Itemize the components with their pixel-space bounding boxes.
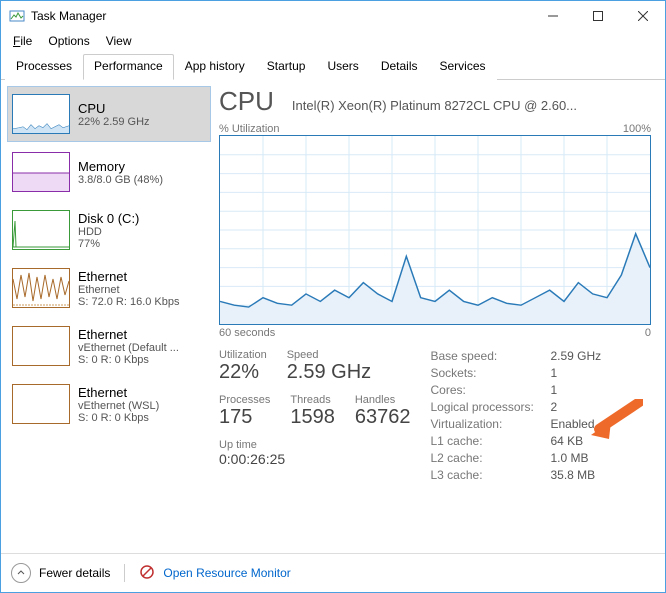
menu-view[interactable]: View bbox=[100, 33, 138, 49]
tab-services[interactable]: Services bbox=[429, 54, 497, 80]
chart-ylabel: % Utilization bbox=[219, 123, 280, 135]
main-panel: CPU Intel(R) Xeon(R) Platinum 8272CL CPU… bbox=[211, 80, 665, 553]
app-icon bbox=[9, 8, 25, 24]
chart-xlabel-left: 60 seconds bbox=[219, 327, 275, 339]
stat-utilization: 22% bbox=[219, 361, 267, 384]
sidebar-cpu-sub: 22% 2.59 GHz bbox=[78, 116, 150, 128]
kv-cores: 1 bbox=[550, 383, 601, 397]
ethernet-thumb bbox=[12, 268, 70, 308]
stat-speed: 2.59 GHz bbox=[287, 361, 371, 384]
tab-users[interactable]: Users bbox=[316, 54, 369, 80]
chart-xlabel-right: 0 bbox=[645, 327, 651, 339]
cpu-model: Intel(R) Xeon(R) Platinum 8272CL CPU @ 2… bbox=[292, 98, 651, 113]
sidebar-item-eth1[interactable]: Ethernet vEthernet (Default ... S: 0 R: … bbox=[7, 318, 211, 374]
tab-strip: Processes Performance App history Startu… bbox=[1, 53, 665, 80]
titlebar: Task Manager bbox=[1, 1, 665, 31]
stat-uptime: 0:00:26:25 bbox=[219, 451, 410, 467]
memory-thumb bbox=[12, 152, 70, 192]
window-buttons bbox=[530, 1, 665, 31]
tab-app-history[interactable]: App history bbox=[174, 54, 256, 80]
main-header: CPU Intel(R) Xeon(R) Platinum 8272CL CPU… bbox=[219, 86, 651, 117]
resource-sidebar: CPU 22% 2.59 GHz Memory 3.8/8.0 GB (48%)… bbox=[1, 80, 211, 553]
kv-l1-cache: 64 KB bbox=[550, 434, 601, 448]
kv-base-speed: 2.59 GHz bbox=[550, 349, 601, 363]
task-manager-window: { "titlebar": {"title": "Task Manager"},… bbox=[0, 0, 666, 593]
tab-startup[interactable]: Startup bbox=[256, 54, 317, 80]
sidebar-item-eth0[interactable]: Ethernet Ethernet S: 72.0 R: 16.0 Kbps bbox=[7, 260, 211, 316]
stat-handles: 63762 bbox=[355, 406, 411, 429]
chart-ymax: 100% bbox=[623, 123, 651, 135]
kv-logical-processors: 2 bbox=[550, 400, 601, 414]
kv-l3-cache: 35.8 MB bbox=[550, 468, 601, 482]
ethernet-thumb bbox=[12, 326, 70, 366]
cpu-kv-table: Base speed:2.59 GHz Sockets:1 Cores:1 Lo… bbox=[430, 349, 601, 482]
disk-thumb bbox=[12, 210, 70, 250]
stats-area: Utilization22% Speed2.59 GHz Processes17… bbox=[219, 349, 651, 482]
sidebar-item-disk0[interactable]: Disk 0 (C:) HDD 77% bbox=[7, 202, 211, 258]
kv-virtualization: Enabled bbox=[550, 417, 601, 431]
separator bbox=[124, 564, 125, 582]
fewer-details-link[interactable]: Fewer details bbox=[39, 566, 110, 580]
kv-sockets: 1 bbox=[550, 366, 601, 380]
sidebar-item-text: CPU 22% 2.59 GHz bbox=[78, 101, 150, 128]
open-resource-monitor-link[interactable]: Open Resource Monitor bbox=[163, 566, 290, 580]
minimize-button[interactable] bbox=[530, 1, 575, 31]
sidebar-item-memory[interactable]: Memory 3.8/8.0 GB (48%) bbox=[7, 144, 211, 200]
page-title: CPU bbox=[219, 86, 274, 117]
close-button[interactable] bbox=[620, 1, 665, 31]
stat-processes: 175 bbox=[219, 406, 270, 429]
ethernet-thumb bbox=[12, 384, 70, 424]
kv-l2-cache: 1.0 MB bbox=[550, 451, 601, 465]
sidebar-item-cpu[interactable]: CPU 22% 2.59 GHz bbox=[7, 86, 211, 142]
tab-performance[interactable]: Performance bbox=[83, 54, 174, 80]
sidebar-cpu-title: CPU bbox=[78, 101, 150, 116]
resource-monitor-icon bbox=[139, 564, 155, 583]
tab-details[interactable]: Details bbox=[370, 54, 429, 80]
cpu-utilization-chart[interactable] bbox=[219, 135, 651, 325]
sidebar-item-eth2[interactable]: Ethernet vEthernet (WSL) S: 0 R: 0 Kbps bbox=[7, 376, 211, 432]
chevron-up-icon[interactable] bbox=[11, 563, 31, 583]
maximize-button[interactable] bbox=[575, 1, 620, 31]
menu-options[interactable]: Options bbox=[42, 33, 95, 49]
stat-threads: 1598 bbox=[290, 406, 335, 429]
window-title: Task Manager bbox=[31, 9, 530, 23]
tab-processes[interactable]: Processes bbox=[5, 54, 83, 80]
cpu-thumb bbox=[12, 94, 70, 134]
content-body: CPU 22% 2.59 GHz Memory 3.8/8.0 GB (48%)… bbox=[1, 80, 665, 553]
menu-bar: File Options View bbox=[1, 31, 665, 51]
menu-file[interactable]: File bbox=[7, 33, 38, 49]
footer: Fewer details Open Resource Monitor bbox=[1, 553, 665, 592]
